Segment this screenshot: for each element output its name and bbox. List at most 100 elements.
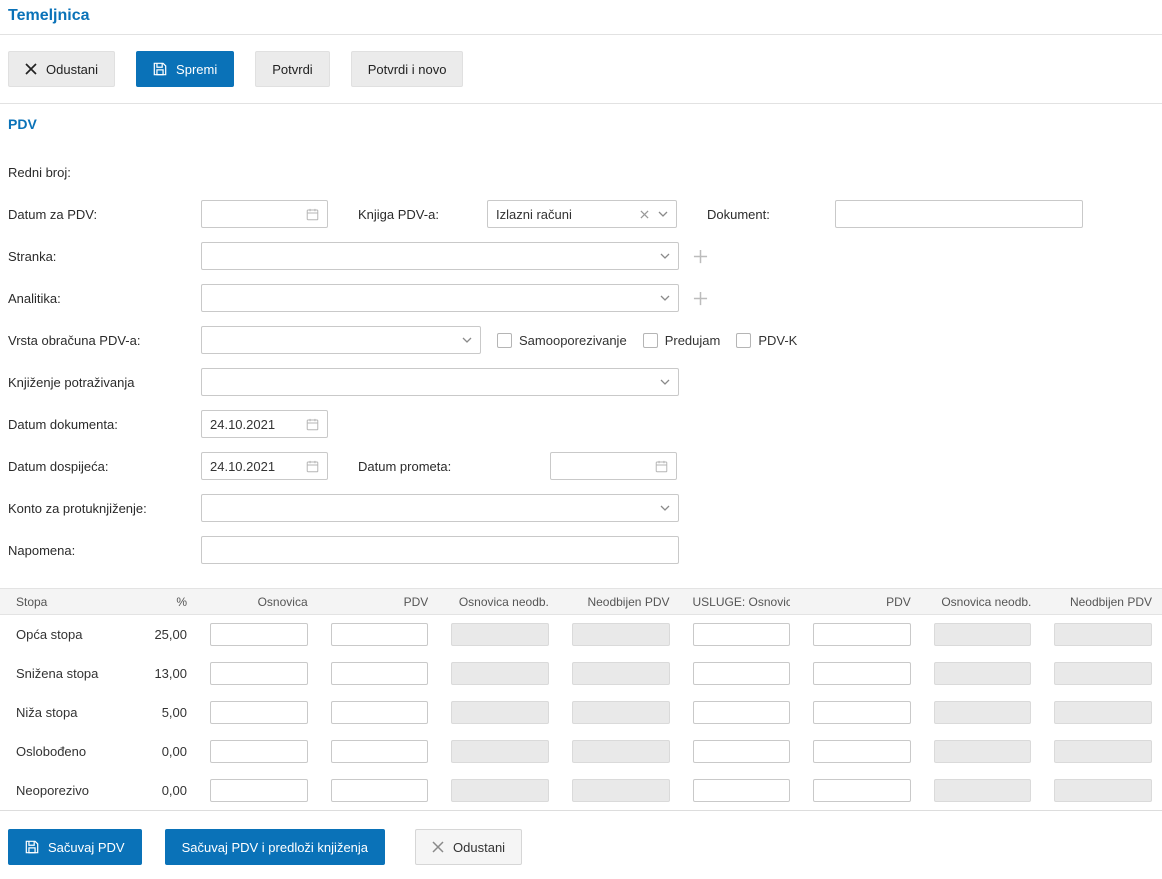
osnovica-input[interactable] — [210, 779, 308, 802]
knjizenje-potrazivanja-select[interactable] — [201, 368, 679, 396]
usluge-osnovica-input[interactable] — [692, 740, 791, 763]
save-icon — [25, 840, 39, 854]
checkbox-predujam[interactable]: Predujam — [642, 332, 721, 348]
osnovica-input[interactable] — [210, 740, 308, 763]
datum-za-pdv-label: Datum za PDV: — [8, 206, 98, 222]
usluge-osnovica-input[interactable] — [692, 623, 791, 646]
knjiga-pdv-select[interactable]: Izlazni računi — [487, 200, 677, 228]
redni-broj-label: Redni broj: — [8, 164, 71, 180]
usluge-neodbijen-pdv-input — [1054, 779, 1152, 802]
usluge-osnovica-input[interactable] — [692, 779, 791, 802]
analitika-select[interactable] — [201, 284, 679, 312]
pdv-input[interactable] — [330, 662, 429, 685]
cancel-button[interactable]: Odustani — [8, 51, 116, 87]
usluge-pdv-input[interactable] — [813, 623, 911, 646]
checkbox-samooporezivanje[interactable]: Samooporezivanje — [497, 332, 627, 348]
usluge-osnovica-input[interactable] — [692, 662, 791, 685]
checkbox-pdv-k[interactable]: PDV-K — [736, 332, 798, 348]
usluge-pdv-input[interactable] — [813, 779, 911, 802]
footer-cancel-button[interactable]: Odustani — [415, 829, 523, 865]
pdv-input[interactable] — [330, 779, 429, 802]
col-header-stopa: Stopa — [16, 594, 48, 609]
plus-icon — [693, 291, 708, 305]
usluge-neodbijen-pdv-input — [1054, 623, 1152, 646]
confirm-and-new-button[interactable]: Potvrdi i novo — [350, 51, 464, 87]
osnovica-input[interactable] — [210, 701, 308, 724]
osnovica-input[interactable] — [210, 662, 308, 685]
chevron-down-icon[interactable] — [462, 337, 472, 343]
chevron-down-icon[interactable] — [660, 379, 670, 385]
chevron-down-icon[interactable] — [660, 253, 670, 259]
pdv-input[interactable] — [330, 740, 429, 763]
confirm-and-new-button-label: Potvrdi i novo — [367, 61, 447, 77]
pdv-input[interactable] — [330, 623, 429, 646]
osnovica-input[interactable] — [210, 623, 308, 646]
chevron-down-icon[interactable] — [660, 505, 670, 511]
row-datum-za-pdv: Datum za PDV: Knjiga PDV-a: Izlazni raču… — [8, 200, 1154, 228]
row-label: Snižena stopa — [16, 666, 99, 681]
chevron-down-icon[interactable] — [660, 295, 670, 301]
osnovica-neodb-input — [451, 740, 549, 763]
datum-za-pdv-input[interactable] — [201, 200, 328, 228]
pdv-input[interactable] — [330, 701, 429, 724]
dokument-label: Dokument: — [707, 206, 770, 222]
usluge-pdv-input[interactable] — [813, 740, 911, 763]
datum-dospijeca-input[interactable]: 24.10.2021 — [201, 452, 328, 480]
dokument-input[interactable] — [836, 201, 1082, 227]
row-napomena: Napomena: — [8, 536, 1154, 564]
vrsta-obracuna-select[interactable] — [201, 326, 481, 354]
konto-select[interactable] — [201, 494, 679, 522]
stranka-select[interactable] — [201, 242, 679, 270]
usluge-osnovica-neodb-input — [933, 779, 1032, 802]
calendar-icon[interactable] — [306, 460, 319, 473]
neodbijen-pdv-input — [571, 662, 670, 685]
clear-selection-icon[interactable] — [640, 209, 649, 219]
temeljnica-page: Temeljnica Odustani Spremi Potvrdi Potvr… — [0, 0, 1162, 865]
add-stranka-button[interactable] — [693, 249, 708, 264]
row-label: Neoporezivo — [16, 783, 89, 798]
neodbijen-pdv-input — [571, 701, 670, 724]
confirm-button[interactable]: Potvrdi — [255, 51, 330, 87]
neodbijen-pdv-input — [571, 740, 670, 763]
checkbox-box[interactable] — [736, 332, 752, 348]
pdv-options-group: Samooporezivanje Predujam PDV-K — [497, 332, 798, 348]
checkbox-box[interactable] — [642, 332, 658, 348]
calendar-icon[interactable] — [655, 460, 668, 473]
table-row-neoporezivo: Neoporezivo 0,00 — [0, 771, 1162, 810]
section-title-pdv: PDV — [8, 116, 37, 132]
napomena-input[interactable] — [202, 537, 678, 563]
close-icon — [25, 63, 37, 75]
usluge-osnovica-neodb-input — [933, 701, 1032, 724]
usluge-osnovica-neodb-input — [933, 740, 1032, 763]
row-knjizenje-potrazivanja: Knjiženje potraživanja — [8, 368, 1154, 396]
checkbox-box[interactable] — [497, 332, 512, 348]
pdv-form: PDV Redni broj: Datum za PDV: Knjiga PDV… — [0, 104, 1162, 564]
row-datum-dospijeca: Datum dospijeća: 24.10.2021 Datum promet… — [8, 452, 1154, 480]
col-header-usluge-neodbijen-pdv: Neodbijen PDV — [1069, 594, 1152, 609]
row-label: Oslobođeno — [16, 744, 87, 759]
checkbox-label: Predujam — [664, 332, 721, 348]
save-button[interactable]: Spremi — [136, 51, 235, 87]
add-analitika-button[interactable] — [693, 291, 708, 306]
knjiga-pdv-selected-value: Izlazni računi — [496, 206, 572, 222]
calendar-icon[interactable] — [306, 418, 319, 431]
col-header-usluge-osnovica: USLUGE: Osnovica — [692, 594, 791, 609]
close-icon — [432, 841, 444, 853]
calendar-icon[interactable] — [306, 208, 319, 221]
datum-prometa-input[interactable] — [550, 452, 677, 480]
datum-dokumenta-input[interactable]: 24.10.2021 — [201, 410, 328, 438]
datum-dokumenta-label: Datum dokumenta: — [8, 416, 118, 432]
row-stranka: Stranka: — [8, 242, 1154, 270]
save-pdv-button[interactable]: Sačuvaj PDV — [8, 829, 142, 865]
row-rate: 0,00 — [161, 783, 187, 798]
table-row-niza-stopa: Niža stopa 5,00 — [0, 693, 1162, 732]
usluge-pdv-input[interactable] — [813, 662, 911, 685]
usluge-pdv-input[interactable] — [813, 701, 911, 724]
usluge-osnovica-neodb-input — [933, 662, 1032, 685]
chevron-down-icon[interactable] — [658, 211, 668, 217]
checkbox-label: PDV-K — [758, 332, 798, 348]
knjizenje-potrazivanja-label: Knjiženje potraživanja — [8, 374, 135, 390]
knjiga-pdv-label: Knjiga PDV-a: — [358, 206, 439, 222]
usluge-osnovica-input[interactable] — [692, 701, 791, 724]
save-pdv-and-suggest-button[interactable]: Sačuvaj PDV i predloži knjiženja — [164, 829, 386, 865]
